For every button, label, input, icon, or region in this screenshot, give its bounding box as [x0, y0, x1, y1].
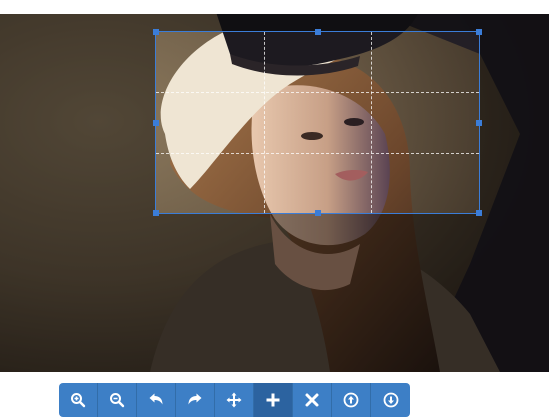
crop-handle-bottom-left[interactable]	[153, 210, 159, 216]
move-mode-button[interactable]	[215, 383, 254, 417]
arrow-up-circle-icon	[343, 392, 359, 408]
arrow-down-circle-icon	[383, 392, 398, 408]
image-cropper[interactable]	[0, 14, 549, 372]
crop-handle-top[interactable]	[314, 29, 321, 35]
clear-button[interactable]	[293, 383, 332, 417]
crop-handle-bottom-right[interactable]	[476, 210, 482, 216]
crop-guide-vertical	[263, 32, 265, 213]
crop-mode-button[interactable]	[254, 383, 293, 417]
plus-icon	[266, 393, 280, 407]
crop-guide-horizontal	[156, 152, 479, 154]
cropper-toolbar	[59, 383, 410, 417]
crop-handle-top-left[interactable]	[153, 29, 159, 35]
rotate-right-button[interactable]	[176, 383, 215, 417]
rotate-right-icon	[188, 393, 202, 405]
crop-guide-vertical	[371, 32, 373, 213]
rotate-left-button[interactable]	[137, 383, 176, 417]
zoom-in-icon	[71, 393, 86, 408]
close-icon	[305, 393, 319, 407]
arrows-move-icon	[226, 392, 242, 408]
download-button[interactable]	[371, 383, 410, 417]
crop-handle-top-right[interactable]	[476, 29, 482, 35]
crop-box[interactable]	[153, 29, 482, 216]
crop-handle-right[interactable]	[476, 119, 482, 126]
zoom-in-button[interactable]	[59, 383, 98, 417]
crop-handle-bottom[interactable]	[314, 210, 321, 216]
rotate-left-icon	[149, 393, 163, 405]
zoom-out-button[interactable]	[98, 383, 137, 417]
upload-button[interactable]	[332, 383, 371, 417]
zoom-out-icon	[110, 393, 125, 408]
crop-guide-horizontal	[156, 92, 479, 94]
crop-handle-left[interactable]	[153, 119, 159, 126]
